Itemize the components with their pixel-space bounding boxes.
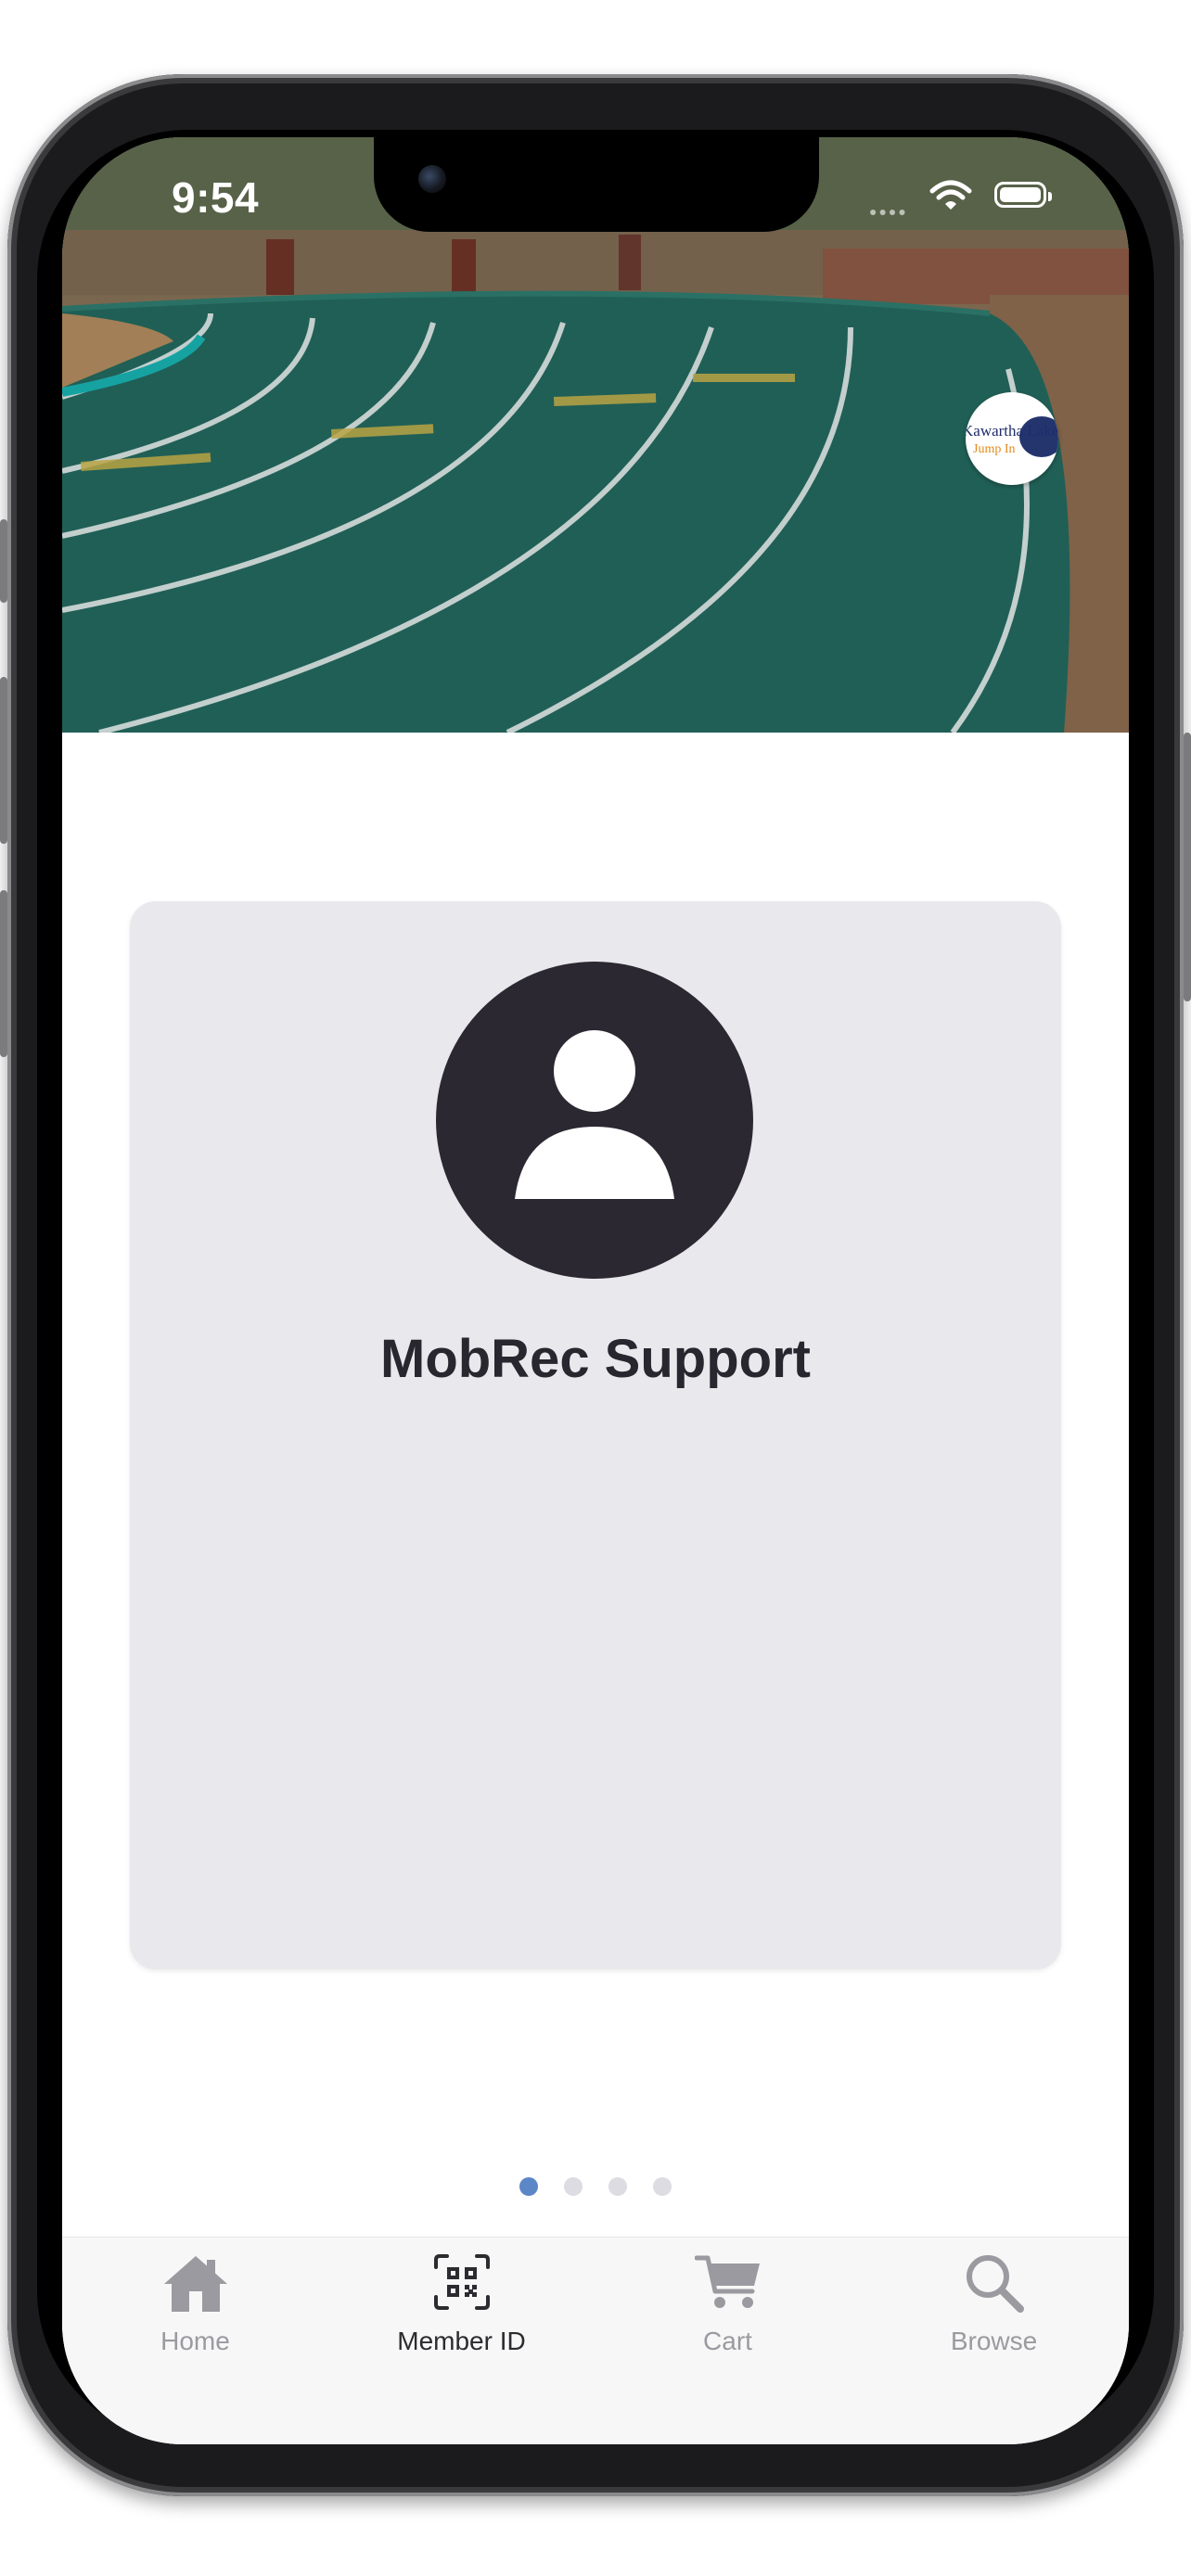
member-card[interactable]: MobRec Support [130,901,1061,1970]
tab-home-label: Home [160,2327,230,2355]
front-camera [418,165,446,193]
power-button [1184,733,1191,1001]
tab-bar: Home Member ID Cart Browse [62,2237,1129,2444]
logo-text-top: Kawartha Lakes [966,422,1058,440]
cellular-signal-icon: ●●●● [869,204,908,219]
tab-browse[interactable]: Browse [861,2238,1127,2367]
qr-code-icon [433,2254,490,2310]
page-dot-3[interactable] [608,2177,627,2196]
page-dot-1[interactable] [519,2177,538,2196]
battery-icon [994,182,1052,208]
status-time: 9:54 [172,173,260,222]
status-bar: 9:54 ●●●● [62,137,1129,249]
app-screen: Kawartha Lakes Jump In 9:54 ●●●● MobRec … [62,137,1129,2444]
tab-member-id-label: Member ID [397,2327,526,2355]
tab-cart-label: Cart [703,2327,752,2355]
person-icon [515,1030,674,1199]
tab-cart[interactable]: Cart [595,2238,861,2367]
mute-switch [0,519,7,603]
club-logo[interactable]: Kawartha Lakes Jump In [966,392,1058,485]
volume-down-button [0,890,7,1057]
dynamic-notch [374,137,819,232]
home-icon [163,2256,227,2312]
tab-member-id[interactable]: Member ID [328,2238,595,2367]
tab-home[interactable]: Home [62,2238,328,2367]
page-dot-4[interactable] [653,2177,672,2196]
cart-icon [694,2255,760,2308]
search-icon [966,2255,1024,2313]
volume-up-button [0,677,7,844]
logo-text-bottom: Jump In [973,442,1016,456]
tab-browse-label: Browse [950,2327,1038,2355]
page-dot-2[interactable] [564,2177,583,2196]
page-indicator[interactable] [62,2177,1129,2196]
member-name: MobRec Support [380,1329,811,1389]
avatar [436,962,753,1279]
wifi-icon [929,180,972,210]
